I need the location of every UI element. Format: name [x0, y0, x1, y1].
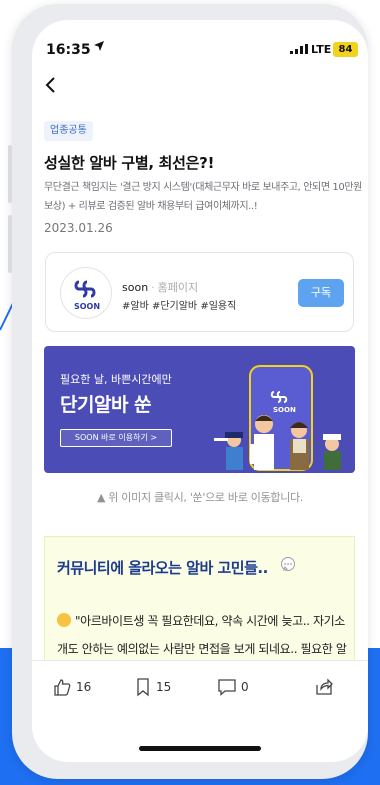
home-indicator[interactable]	[139, 746, 261, 751]
profile-name-line: soon · 홈페이지	[122, 279, 198, 295]
article-title: 성실한 알바 구별, 최선은?!	[44, 154, 215, 172]
promo-banner[interactable]: 필요한 날, 바쁜시간에만 단기알바 쑨 SOON 바로 이용하기 > SOON	[44, 346, 355, 473]
bookmark-icon	[137, 678, 149, 697]
banner-phone-text: SOON	[273, 406, 296, 414]
status-time: 16:35	[46, 42, 91, 58]
phone-volume-up-button	[8, 145, 12, 203]
phone-volume-down-button	[8, 215, 12, 273]
battery-indicator: 84	[333, 42, 358, 57]
sad-face-icon	[57, 613, 71, 627]
subscribe-button[interactable]: 구독	[298, 279, 344, 307]
article-description: 무단결근 책임지는 '결근 방지 시스템'(대체근무자 바로 보내주고, 안되면…	[44, 182, 362, 212]
signal-bars-icon	[290, 44, 308, 54]
location-arrow-icon	[94, 41, 104, 51]
network-type: LTE	[311, 43, 332, 56]
action-bar: 16 15 0	[32, 660, 368, 720]
banner-cta-button[interactable]: SOON 바로 이용하기 >	[60, 429, 172, 447]
banner-caption: ▲ 위 이미지 클릭시, '쑨'으로 바로 이동합니다.	[96, 491, 304, 504]
soon-logo-icon	[74, 280, 96, 298]
comment-button[interactable]: 0	[217, 675, 249, 699]
profile-card[interactable]: SOON soon · 홈페이지 #알바 #단기알바 #일용직 구독	[45, 252, 354, 332]
profile-name[interactable]: soon	[122, 281, 148, 294]
share-button[interactable]	[314, 675, 334, 699]
community-title: 커뮤니티에 올라오는 알바 고민들..	[57, 559, 268, 577]
avatar[interactable]: SOON	[60, 267, 112, 319]
like-count: 16	[76, 680, 92, 694]
profile-separator: ·	[151, 281, 155, 294]
banner-subtitle: 필요한 날, 바쁜시간에만	[60, 373, 172, 386]
phone-screen: 16:35 LTE 84 업종공통 성실한 알바 구별, 최선은?! 무단결근 …	[32, 20, 368, 762]
category-tag: 업종공통	[44, 121, 93, 141]
profile-tags: #알바 #단기알바 #일용직	[122, 301, 237, 312]
comment-icon	[218, 679, 236, 696]
thumbs-up-icon	[54, 679, 71, 696]
article-date: 2023.01.26	[44, 221, 113, 235]
community-box: 커뮤니티에 올라오는 알바 고민들.. "아르바이트생 꼭 필요한데요, 약속 …	[44, 536, 355, 684]
speech-bubble-icon	[281, 557, 295, 571]
back-arrow-icon[interactable]	[44, 76, 58, 94]
bookmark-count: 15	[156, 680, 172, 694]
bookmark-button[interactable]: 15	[134, 675, 171, 699]
share-icon	[316, 678, 333, 695]
avatar-logo-text: SOON	[73, 302, 101, 311]
like-button[interactable]: 16	[52, 675, 91, 699]
status-bar: 16:35 LTE 84	[32, 20, 368, 64]
homepage-link[interactable]: 홈페이지	[158, 281, 198, 294]
comment-count: 0	[241, 680, 249, 694]
banner-title: 단기알바 쑨	[60, 394, 152, 416]
